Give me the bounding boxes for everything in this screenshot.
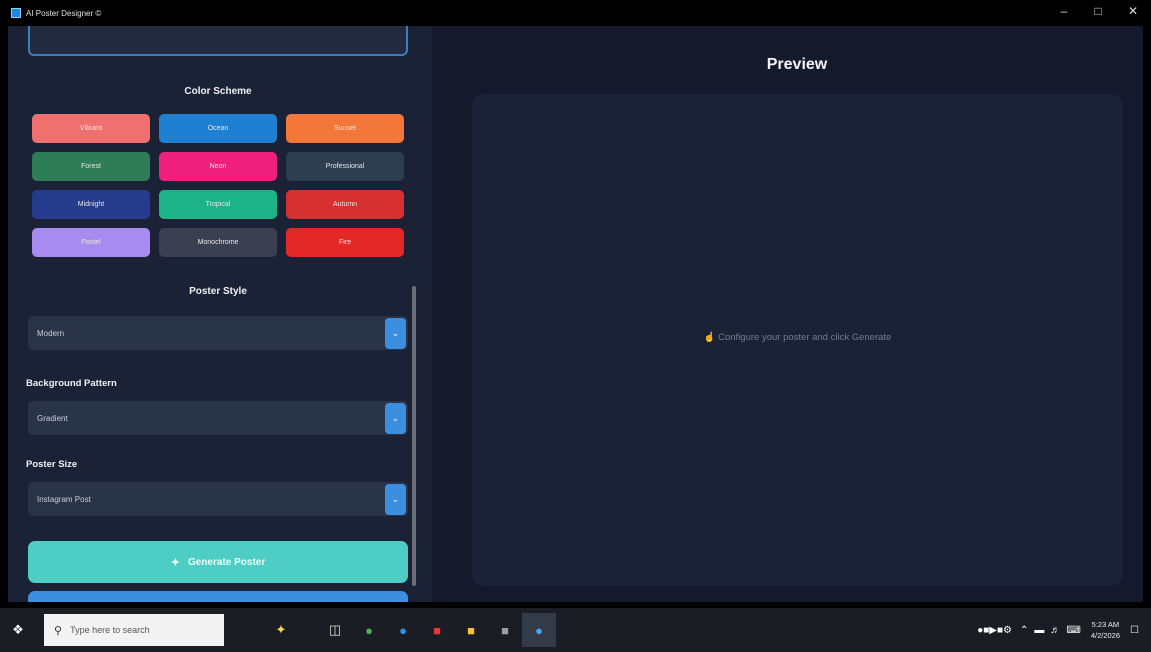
- minimize-button[interactable]: –: [1055, 4, 1073, 18]
- close-button[interactable]: ✕: [1124, 4, 1142, 18]
- background-pattern-label: Background Pattern: [26, 378, 117, 389]
- clock[interactable]: 5:23 AM 4/2/2026: [1091, 619, 1120, 641]
- chevron-down-icon[interactable]: ⌄: [385, 402, 406, 434]
- clock-time: 5:23 AM: [1091, 620, 1120, 629]
- system-tray: ●■▶■⚙ ⌃ ▬ ♬ ⌨ 5:23 AM 4/2/2026 ☐: [977, 608, 1151, 652]
- color-scheme-button[interactable]: Autumn: [286, 190, 404, 219]
- preview-title: Preview: [766, 56, 828, 73]
- generate-poster-label: Generate Poster: [187, 556, 266, 568]
- python-app-icon[interactable]: ●: [522, 613, 556, 647]
- chevron-up-icon[interactable]: ⌃: [1020, 625, 1028, 636]
- color-scheme-button[interactable]: Midnight: [32, 190, 150, 219]
- widgets-icon[interactable]: ✦: [264, 613, 298, 647]
- poster-style-value: Modern: [37, 328, 65, 338]
- sidebar-scrollbar[interactable]: [412, 286, 416, 586]
- chevron-down-icon[interactable]: ⌄: [385, 317, 406, 349]
- windows-start-icon[interactable]: ❖: [0, 622, 36, 638]
- color-scheme-button[interactable]: Vibrant: [32, 114, 150, 143]
- background-pattern-value: Gradient: [37, 413, 68, 423]
- preview-hint: ☝ Configure your poster and click Genera…: [703, 332, 892, 343]
- preview-canvas: ☝ Configure your poster and click Genera…: [472, 94, 1123, 586]
- chrome-icon[interactable]: ●: [352, 613, 386, 647]
- color-scheme-button[interactable]: Sunset: [286, 114, 404, 143]
- chevron-down-icon[interactable]: ⌄: [385, 483, 406, 515]
- clock-date: 4/2/2026: [1090, 631, 1121, 640]
- tray-apps-icon[interactable]: ●■▶■⚙: [977, 625, 1012, 636]
- secondary-action-button[interactable]: [28, 591, 408, 602]
- color-scheme-button[interactable]: Monochrome: [159, 228, 277, 257]
- color-scheme-button[interactable]: Pastel: [32, 228, 150, 257]
- generate-poster-button[interactable]: ✦ Generate Poster: [28, 541, 408, 583]
- color-scheme-button[interactable]: Neon: [159, 152, 277, 181]
- color-scheme-button[interactable]: Tropical: [159, 190, 277, 219]
- edge-icon[interactable]: ●: [386, 613, 420, 647]
- window-title: AI Poster Designer ©: [26, 8, 102, 18]
- poster-style-select[interactable]: Modern ⌄: [28, 316, 408, 350]
- color-scheme-button[interactable]: Fire: [286, 228, 404, 257]
- wps-icon[interactable]: ■: [420, 613, 454, 647]
- sparkle-icon: ✦: [170, 556, 180, 569]
- poster-style-title: Poster Style: [189, 286, 247, 297]
- background-pattern-select[interactable]: Gradient ⌄: [28, 401, 408, 435]
- title-bar: AI Poster Designer © – □ ✕: [0, 0, 1151, 26]
- color-scheme-button[interactable]: Professional: [286, 152, 404, 181]
- volume-icon[interactable]: ♬: [1050, 625, 1060, 636]
- app-icon: [11, 8, 21, 18]
- taskbar: ❖ ⚲ Type here to search ✦ ◫ ● ● ■ ■ ■ ● …: [0, 608, 1151, 652]
- color-scheme-title: Color Scheme: [184, 86, 252, 97]
- color-scheme-button[interactable]: Ocean: [159, 114, 277, 143]
- preview-panel: Preview ☝ Configure your poster and clic…: [432, 26, 1143, 602]
- file-explorer-icon[interactable]: ■: [454, 613, 488, 647]
- keyboard-icon[interactable]: ⌨: [1066, 625, 1080, 636]
- color-scheme-button[interactable]: Forest: [32, 152, 150, 181]
- poster-size-select[interactable]: Instagram Post ⌄: [28, 482, 408, 516]
- notification-icon[interactable]: ☐: [1130, 625, 1139, 636]
- search-icon: ⚲: [54, 624, 63, 637]
- settings-panel: Color Scheme Vibrant Ocean Sunset Forest…: [8, 26, 432, 602]
- search-placeholder: Type here to search: [70, 625, 150, 635]
- poster-size-value: Instagram Post: [37, 494, 91, 504]
- maximize-button[interactable]: □: [1089, 4, 1107, 18]
- terminal-icon[interactable]: ■: [488, 613, 522, 647]
- color-scheme-grid: Vibrant Ocean Sunset Forest Neon Profess…: [32, 114, 404, 257]
- task-view-icon[interactable]: ◫: [318, 613, 352, 647]
- network-icon[interactable]: ▬: [1034, 625, 1044, 636]
- taskbar-search[interactable]: ⚲ Type here to search: [44, 614, 224, 646]
- poster-size-label: Poster Size: [26, 459, 78, 470]
- text-input-field[interactable]: [28, 26, 408, 56]
